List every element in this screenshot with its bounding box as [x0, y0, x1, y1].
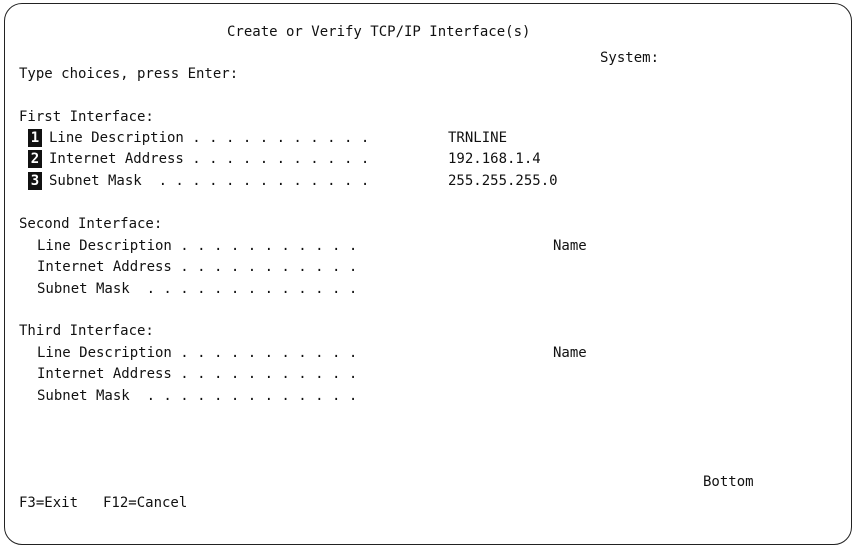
line-description-label: Line Description . . . . . . . . . . .	[49, 130, 370, 146]
instructions: Type choices, press Enter:	[19, 66, 239, 82]
name-hint: Name	[553, 238, 587, 254]
name-hint: Name	[553, 345, 587, 361]
callout-marker-1: 1	[28, 129, 42, 147]
callout-marker-3: 3	[28, 172, 42, 190]
callout-marker-2: 2	[28, 150, 42, 168]
second-interface-heading: Second Interface:	[19, 216, 163, 232]
line-description-field[interactable]: TRNLINE	[448, 129, 588, 147]
screen-title: Create or Verify TCP/IP Interface(s)	[227, 24, 531, 40]
line-description-label: Line Description . . . . . . . . . . .	[37, 238, 358, 254]
system-label: System:	[600, 50, 660, 66]
f3-exit-key[interactable]: F3=Exit	[19, 494, 78, 512]
internet-address-label: Internet Address . . . . . . . . . . .	[37, 259, 358, 275]
scroll-indicator: Bottom	[703, 474, 754, 490]
internet-address-field[interactable]: 192.168.1.4	[448, 150, 588, 168]
f12-cancel-key[interactable]: F12=Cancel	[103, 494, 187, 512]
subnet-mask-field[interactable]: 255.255.255.0	[448, 172, 588, 190]
third-interface-heading: Third Interface:	[19, 323, 154, 339]
subnet-mask-label: Subnet Mask . . . . . . . . . . . . .	[37, 281, 358, 297]
internet-address-label: Internet Address . . . . . . . . . . .	[37, 366, 358, 382]
terminal-screen: Create or Verify TCP/IP Interface(s) Sys…	[4, 3, 852, 545]
line-description-label: Line Description . . . . . . . . . . .	[37, 345, 358, 361]
internet-address-label: Internet Address . . . . . . . . . . .	[49, 151, 370, 167]
subnet-mask-label: Subnet Mask . . . . . . . . . . . . .	[37, 388, 358, 404]
subnet-mask-label: Subnet Mask . . . . . . . . . . . . .	[49, 173, 370, 189]
first-interface-heading: First Interface:	[19, 109, 154, 125]
